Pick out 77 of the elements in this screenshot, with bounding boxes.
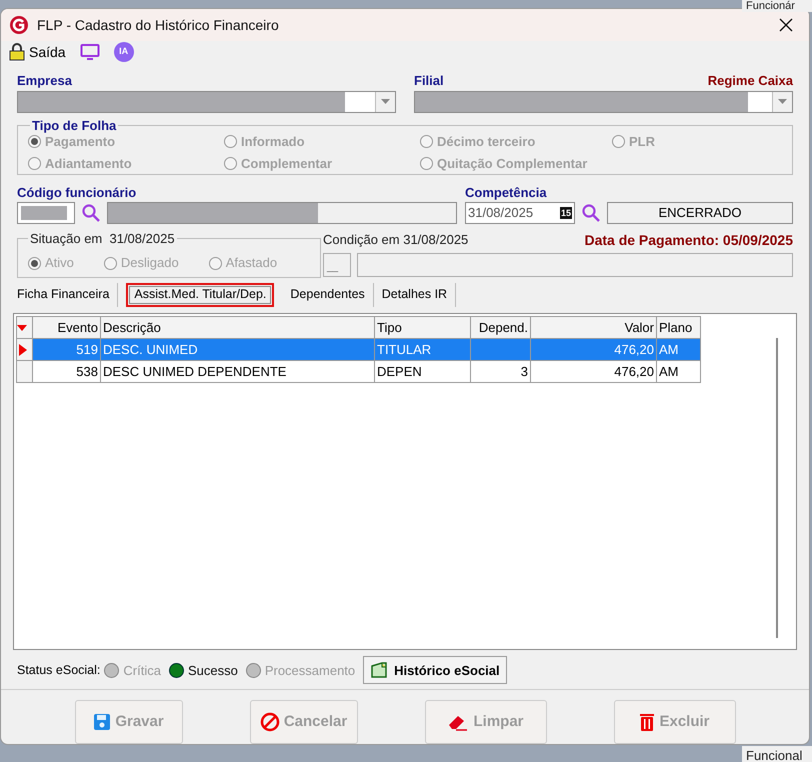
company-dropdown[interactable]: [17, 90, 396, 112]
background-text: Funcionár: [742, 0, 812, 12]
radio-label: Adiantamento: [45, 154, 132, 172]
window-title: FLP - Cadastro do Histórico Financeiro: [37, 16, 279, 34]
caret-icon: [778, 99, 787, 104]
prohibited-icon: [260, 712, 280, 732]
document-icon: [370, 661, 388, 680]
radio-label: Afastado: [226, 254, 278, 272]
exit-button[interactable]: Saída: [9, 42, 66, 62]
history-button[interactable]: Histórico eSocial: [363, 656, 507, 684]
search-icon[interactable]: [81, 203, 101, 223]
status-label: Status eSocial:: [17, 662, 100, 680]
payment-date: Data de Pagamento: 05/09/2025: [584, 231, 793, 250]
date-field[interactable]: 31/08/2025 15: [465, 202, 575, 224]
column-header[interactable]: Tipo: [374, 316, 470, 339]
eraser-icon: [447, 713, 470, 732]
row-pointer-icon: [19, 344, 27, 356]
radio-button[interactable]: [420, 135, 433, 148]
radio-label: PLR: [629, 133, 655, 151]
tab[interactable]: Assist.Med. Titular/Dep.: [126, 282, 274, 307]
table-cell: DESC UNIMED DEPENDENTE: [100, 360, 374, 383]
status-field: ENCERRADO: [607, 202, 793, 224]
radio-label: Complementar: [241, 154, 332, 173]
table-row[interactable]: 538 DESC UNIMED DEPENDENTE DEPEN 3 476,20 AM: [16, 360, 700, 383]
table-cell: 476,20: [530, 360, 656, 383]
caret-icon: [381, 99, 390, 104]
column-header[interactable]: Plano: [656, 316, 700, 339]
column-header[interactable]: Valor: [530, 316, 656, 339]
calendar-button[interactable]: 15: [560, 207, 572, 219]
table-cell: 3: [470, 360, 530, 383]
employee-code-field[interactable]: [17, 202, 75, 224]
tab[interactable]: Dependentes: [282, 282, 374, 307]
radio-button[interactable]: [28, 256, 41, 270]
status-text: Crítica: [123, 662, 161, 680]
status-text: Sucesso: [188, 662, 238, 680]
field-label: Filial: [414, 72, 444, 90]
column-header[interactable]: Descrição: [100, 316, 374, 339]
field-label: Empresa: [17, 72, 73, 90]
field-label: Competência: [465, 184, 548, 202]
radio-button[interactable]: [28, 135, 41, 148]
radio-label: Informado: [241, 133, 305, 151]
radio-button[interactable]: [420, 156, 433, 170]
radio-label: Décimo terceiro: [437, 133, 536, 151]
radio-button[interactable]: [28, 156, 41, 170]
table-row[interactable]: 519 DESC. UNIMED TITULAR 476,20 AM: [16, 338, 700, 361]
condition-code-field: __: [323, 253, 351, 277]
close-icon: [779, 18, 793, 32]
table-cell: AM: [656, 360, 700, 383]
radio-label: Pagamento: [45, 133, 116, 151]
tab[interactable]: Ficha Financeira: [17, 282, 118, 307]
search-icon[interactable]: [581, 203, 601, 223]
radio-label: Ativo: [45, 254, 74, 272]
status-text: Processamento: [264, 662, 356, 680]
radio-label: Desligado: [120, 254, 179, 272]
table-cell: 538: [32, 360, 100, 383]
radio-button[interactable]: [224, 156, 237, 170]
column-header[interactable]: Depend.: [470, 316, 530, 339]
monitor-button[interactable]: [80, 43, 100, 61]
app-logo-icon: [9, 15, 29, 35]
radio-label: Quitação Complementar: [437, 154, 588, 173]
trash-icon: [639, 712, 656, 732]
radio-button[interactable]: [208, 256, 222, 270]
radio-button[interactable]: [224, 135, 237, 148]
radio-button[interactable]: [612, 135, 625, 148]
field-label: Condição em 31/08/2025: [323, 231, 468, 249]
radio-button[interactable]: [104, 256, 117, 270]
padlock-icon: [9, 43, 25, 61]
tab[interactable]: Detalhes IR: [374, 282, 456, 307]
ia-button[interactable]: IA: [114, 42, 134, 62]
field-label: Código funcionário: [17, 184, 138, 202]
table-cell: DEPEN: [374, 360, 470, 383]
column-header[interactable]: Evento: [32, 316, 100, 339]
sort-down-icon: [17, 324, 27, 331]
regime-label: Regime Caixa: [708, 72, 793, 90]
branch-dropdown[interactable]: [414, 90, 793, 112]
background-text: Funcional: [742, 746, 812, 762]
monitor-icon: [80, 43, 100, 61]
